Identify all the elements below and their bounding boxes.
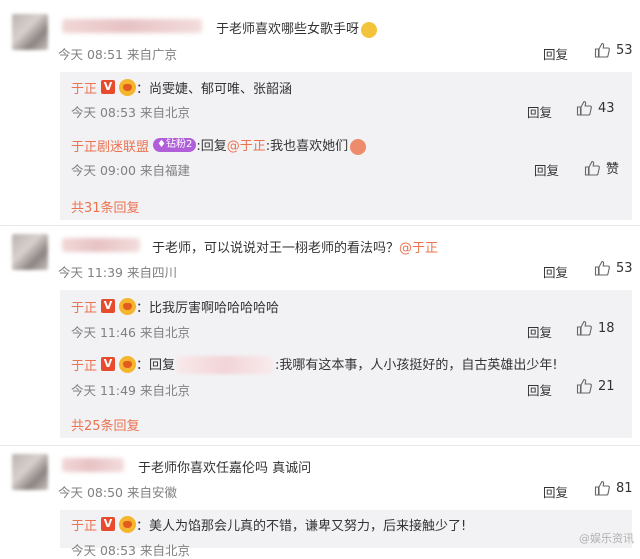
like-count: 53 <box>616 42 633 58</box>
like-button[interactable]: 43 <box>576 100 615 116</box>
reply-text: :回复@于正:我也喜欢她们 <box>196 135 367 155</box>
doge-emoji-icon <box>361 21 378 38</box>
comment-text: 于老师，可以说说对王一栩老师的看法吗？@于正 <box>152 241 439 256</box>
reply-button[interactable]: 回复 <box>543 44 568 63</box>
comment-meta: 今天 08:50 来自安徽 <box>58 485 177 500</box>
reply-meta: 今天 09:00 来自福建 <box>71 163 190 178</box>
reply-box: 于正 V ：美人为馅那会儿真的不错，谦卑又努力，后来接触少了! 今天 08:53… <box>60 510 632 558</box>
avatar[interactable] <box>12 454 48 490</box>
reply-1: 于正 V ：尚雯婕、郁可唯、张韶涵 <box>71 77 292 97</box>
mention-link[interactable]: @于正 <box>399 241 438 256</box>
thumbs-up-icon <box>576 378 592 394</box>
comment-1: 于老师喜欢哪些女歌手呀 今天 08:51 来自广京 回复 53 于正 V ：尚雯… <box>0 0 640 226</box>
like-count: 18 <box>598 320 615 336</box>
like-count: 53 <box>616 260 633 276</box>
mention-blurred <box>177 356 274 375</box>
reply-button[interactable]: 回复 <box>527 322 552 341</box>
thumbs-up-icon <box>576 320 592 336</box>
like-count: 21 <box>598 378 615 394</box>
reply-1: 于正 V ：美人为馅那会儿真的不错，谦卑又努力，后来接触少了! <box>71 514 466 534</box>
reply-text: ：尚雯婕、郁可唯、张韶涵 <box>136 81 293 97</box>
reply-text: ：回复:我哪有这本事，人小孩挺好的，自古英雄出少年! <box>136 356 558 375</box>
verified-badge-icon: V <box>101 357 116 371</box>
watermark: @娱乐资讯 <box>579 532 634 545</box>
reply-button[interactable]: 回复 <box>543 482 568 501</box>
reply-box: 于正 V ：尚雯婕、郁可唯、张韶涵 今天 08:53 来自北京 回复 43 于正… <box>60 72 632 220</box>
comment-meta: 今天 08:51 来自广京 <box>58 47 177 62</box>
verified-badge-icon: V <box>101 517 116 531</box>
reply-2: 于正剧迷联盟 ♦ 钻粉2 :回复@于正:我也喜欢她们 <box>71 135 367 155</box>
reply-1: 于正 V ：比我厉害啊哈哈哈哈哈 <box>71 296 279 316</box>
comment-3: 于老师你喜欢任嘉伦吗 真诚问 今天 08:50 来自安徽 回复 81 于正 V … <box>0 446 640 558</box>
comment-text: 于老师喜欢哪些女歌手呀 <box>216 18 378 38</box>
shy-emoji-icon <box>350 138 367 155</box>
like-count: 43 <box>598 100 615 116</box>
like-button[interactable]: 81 <box>594 480 633 496</box>
fan-badge-icon <box>119 355 137 373</box>
avatar[interactable] <box>12 234 48 270</box>
view-all-replies-link[interactable]: 共31条回复 <box>71 197 140 216</box>
like-count: 81 <box>616 480 633 496</box>
fan-badge-icon <box>119 78 137 96</box>
like-button[interactable]: 18 <box>576 320 615 336</box>
username-blurred[interactable] <box>62 238 140 252</box>
reply-meta: 今天 08:53 来自北京 <box>71 105 190 120</box>
thumbs-up-icon <box>584 160 600 176</box>
diamond-fan-badge: ♦ 钻粉2 <box>153 138 197 152</box>
reply-button[interactable]: 回复 <box>543 262 568 281</box>
comment-meta: 今天 11:39 来自四川 <box>58 265 177 280</box>
reply-meta: 今天 11:49 来自北京 <box>71 383 190 398</box>
view-all-replies-link[interactable]: 共25条回复 <box>71 415 140 434</box>
fan-badge-icon <box>119 297 137 315</box>
like-button[interactable]: 21 <box>576 378 615 394</box>
like-button[interactable]: 53 <box>594 260 633 276</box>
avatar[interactable] <box>12 14 48 50</box>
verified-badge-icon: V <box>101 80 116 94</box>
thumbs-up-icon <box>594 260 610 276</box>
username-blurred[interactable] <box>62 19 202 33</box>
reply-button[interactable]: 回复 <box>534 160 559 179</box>
reply-username[interactable]: 于正 <box>71 355 97 374</box>
reply-username[interactable]: 于正剧迷联盟 <box>71 136 149 155</box>
thumbs-up-icon <box>594 480 610 496</box>
reply-username[interactable]: 于正 <box>71 515 97 534</box>
reply-meta: 今天 11:46 来自北京 <box>71 325 190 340</box>
reply-2: 于正 V ：回复:我哪有这本事，人小孩挺好的，自古英雄出少年! <box>71 354 558 375</box>
verified-badge-icon: V <box>101 299 116 313</box>
username-blurred[interactable] <box>62 458 124 472</box>
thumbs-up-icon <box>594 42 610 58</box>
reply-button[interactable]: 回复 <box>527 102 552 121</box>
like-button[interactable]: 赞 <box>584 158 619 177</box>
fan-badge-icon <box>119 515 137 533</box>
like-button[interactable]: 53 <box>594 42 633 58</box>
mention-link[interactable]: @于正 <box>227 139 266 154</box>
reply-box: 于正 V ：比我厉害啊哈哈哈哈哈 今天 11:46 来自北京 回复 18 于正 … <box>60 290 632 438</box>
reply-text: ：美人为馅那会儿真的不错，谦卑又努力，后来接触少了! <box>136 518 467 534</box>
comment-2: 于老师，可以说说对王一栩老师的看法吗？@于正 今天 11:39 来自四川 回复 … <box>0 226 640 446</box>
like-label: 赞 <box>606 162 620 177</box>
reply-text: ：比我厉害啊哈哈哈哈哈 <box>136 300 280 316</box>
reply-username[interactable]: 于正 <box>71 297 97 316</box>
reply-username[interactable]: 于正 <box>71 78 97 97</box>
comment-text: 于老师你喜欢任嘉伦吗 真诚问 <box>138 461 312 476</box>
reply-button[interactable]: 回复 <box>527 380 552 399</box>
thumbs-up-icon <box>576 100 592 116</box>
reply-meta: 今天 08:53 来自北京 <box>71 543 190 558</box>
